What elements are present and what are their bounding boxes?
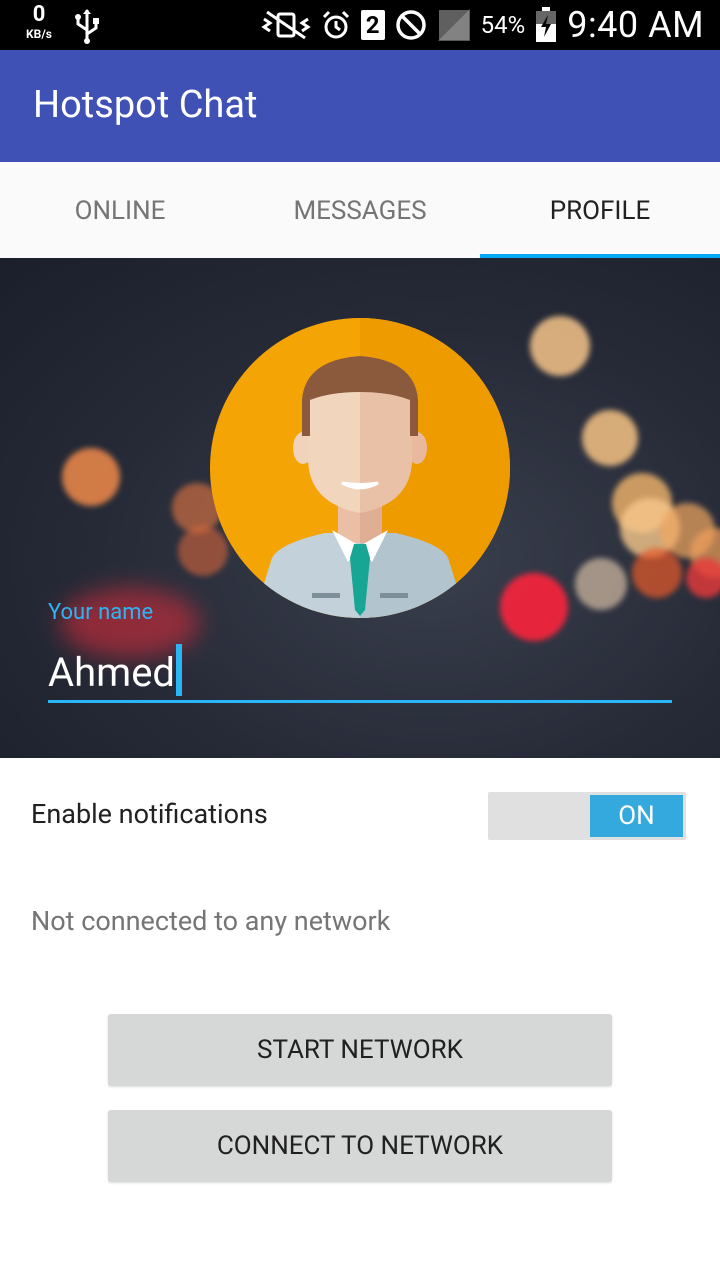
bokeh-light bbox=[632, 548, 682, 598]
status-bar: 0 KB/s 2 54% 9:40 AM bbox=[0, 0, 720, 50]
do-not-disturb-icon bbox=[395, 10, 426, 40]
bokeh-light bbox=[582, 410, 638, 466]
name-field-label: Your name bbox=[48, 600, 154, 625]
tab-messages[interactable]: MESSAGES bbox=[240, 162, 480, 258]
network-speed: 0 KB/s bbox=[18, 2, 60, 41]
vibrate-icon bbox=[260, 10, 311, 40]
text-cursor bbox=[175, 644, 182, 696]
notifications-label: Enable notifications bbox=[31, 798, 268, 830]
notifications-toggle[interactable]: ON bbox=[488, 792, 686, 840]
signal-icon bbox=[437, 9, 470, 41]
battery-icon bbox=[536, 7, 557, 42]
network-speed-unit: KB/s bbox=[26, 27, 52, 41]
name-input[interactable]: Ahmed bbox=[48, 644, 182, 696]
usb-icon bbox=[75, 9, 99, 44]
tab-online[interactable]: ONLINE bbox=[0, 162, 240, 258]
alarm-icon bbox=[322, 10, 349, 39]
status-icons: 2 54% 9:40 AM bbox=[260, 0, 704, 50]
bokeh-light bbox=[575, 558, 627, 610]
network-speed-value: 0 bbox=[32, 2, 46, 27]
tab-bar: ONLINE MESSAGES PROFILE bbox=[0, 162, 720, 258]
notifications-toggle-state: ON bbox=[590, 795, 683, 837]
battery-percent: 54% bbox=[480, 11, 526, 39]
app-title: Hotspot Chat bbox=[33, 83, 258, 127]
bokeh-light bbox=[530, 316, 590, 376]
bokeh-light bbox=[500, 573, 568, 641]
tab-profile[interactable]: PROFILE bbox=[480, 162, 720, 258]
name-input-underline bbox=[48, 700, 672, 703]
bokeh-light bbox=[686, 558, 720, 598]
profile-header: Your name Ahmed bbox=[0, 258, 720, 758]
connect-to-network-button[interactable]: CONNECT TO NETWORK bbox=[108, 1110, 612, 1182]
name-input-value: Ahmed bbox=[48, 649, 175, 696]
app-bar: Hotspot Chat bbox=[0, 50, 720, 162]
network-status-text: Not connected to any network bbox=[31, 905, 391, 937]
man-avatar-icon[interactable] bbox=[210, 318, 510, 618]
sim-icon: 2 bbox=[360, 10, 385, 40]
clock: 9:40 AM bbox=[567, 4, 704, 46]
bokeh-light bbox=[62, 448, 120, 506]
start-network-button[interactable]: START NETWORK bbox=[108, 1014, 612, 1086]
